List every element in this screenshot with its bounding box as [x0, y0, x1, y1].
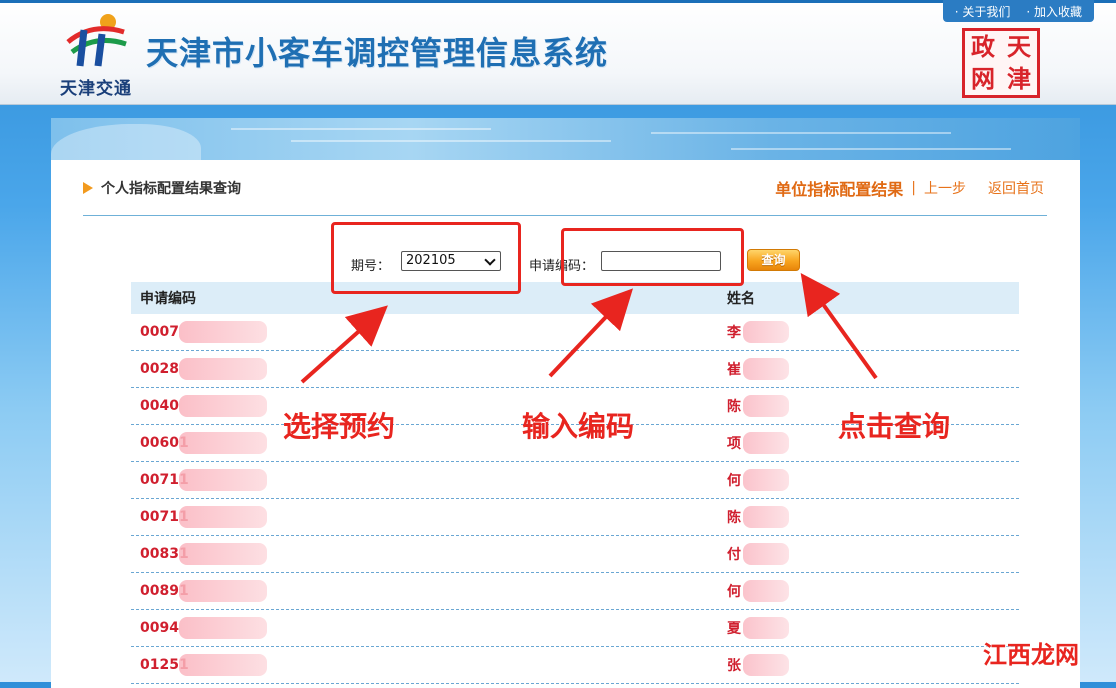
car-silhouette-icon — [51, 124, 201, 160]
name-cell: 付 — [727, 547, 741, 563]
logo-text: 天津交通 — [60, 79, 132, 99]
name-cell: 崔 — [727, 362, 741, 378]
table-row: 00891 何 — [131, 573, 1019, 610]
gov-affairs-seal[interactable]: 政 天 网 津 — [962, 28, 1040, 98]
site-title: 天津市小客车调控管理信息系统 — [146, 34, 609, 72]
site-header: · 关于我们 · 加入收藏 天津交通 天津市小客车调控管理信息系统 政 天 网 … — [0, 0, 1116, 105]
redacted-mask — [743, 469, 789, 491]
redacted-mask — [179, 506, 267, 528]
about-us-link[interactable]: · 关于我们 — [955, 3, 1011, 20]
banner-stripe — [231, 128, 491, 130]
redacted-mask — [179, 617, 267, 639]
unit-result-link[interactable]: 单位指标配置结果 — [775, 176, 903, 200]
divider — [83, 215, 1047, 216]
seal-char: 网 — [971, 64, 995, 93]
top-links: · 关于我们 · 加入收藏 — [942, 0, 1094, 22]
name-cell: 张 — [727, 658, 741, 674]
redacted-mask — [743, 654, 789, 676]
seal-char: 天 — [1007, 32, 1031, 61]
application-code-cell: 0094 — [140, 620, 179, 636]
table-row: 0028 崔 — [131, 351, 1019, 388]
name-cell: 李 — [727, 325, 741, 341]
add-favorite-link[interactable]: · 加入收藏 — [1026, 3, 1082, 20]
name-cell: 陈 — [727, 399, 741, 415]
annotation-box-code — [561, 228, 744, 286]
redacted-mask — [179, 543, 267, 565]
table-row: 01251 张 — [131, 647, 1019, 684]
name-cell: 项 — [727, 436, 741, 452]
redacted-mask — [743, 617, 789, 639]
table-body: 0007 李 0028 崔 0040 陈 00601 项 00711 何 00711 陈 00831 付 0… — [131, 314, 1019, 684]
page-heading: 个人指标配置结果查询 — [83, 178, 241, 198]
decorative-banner — [51, 118, 1080, 160]
annotation-select-period: 选择预约 — [283, 410, 396, 443]
arrow-bullet-icon — [83, 182, 93, 194]
redacted-mask — [743, 358, 789, 380]
redacted-mask — [743, 432, 789, 454]
application-code-cell: 0028 — [140, 361, 179, 377]
application-code-cell: 0040 — [140, 398, 179, 414]
application-code-cell: 0007 — [140, 324, 179, 340]
query-button[interactable]: 查询 — [747, 249, 800, 271]
name-cell: 何 — [727, 473, 741, 489]
name-cell: 陈 — [727, 510, 741, 526]
redacted-mask — [179, 395, 267, 417]
column-header-code: 申请编码 — [140, 291, 196, 307]
redacted-mask — [743, 543, 789, 565]
redacted-mask — [743, 506, 789, 528]
redacted-mask — [179, 321, 267, 343]
prev-step-link[interactable]: 上一步 — [924, 178, 966, 198]
redacted-mask — [743, 580, 789, 602]
page-title: 个人指标配置结果查询 — [101, 181, 241, 197]
redacted-mask — [743, 395, 789, 417]
seal-char: 政 — [971, 32, 995, 61]
separator: | — [911, 180, 916, 196]
banner-stripe — [731, 148, 1011, 150]
banner-stripe — [291, 140, 611, 142]
logo-mark-icon — [66, 14, 127, 67]
redacted-mask — [179, 432, 267, 454]
header-actions: 单位指标配置结果 | 上一步 返回首页 — [775, 176, 1044, 200]
seal-char: 津 — [1007, 64, 1031, 93]
table-row: 0007 李 — [131, 314, 1019, 351]
table-row: 0094 夏 — [131, 610, 1019, 647]
redacted-mask — [179, 469, 267, 491]
redacted-mask — [743, 321, 789, 343]
annotation-enter-code: 输入编码 — [522, 410, 635, 443]
redacted-mask — [179, 654, 267, 676]
table-row: 00831 付 — [131, 536, 1019, 573]
column-header-name: 姓名 — [727, 291, 755, 307]
table-header: 申请编码 姓名 — [131, 282, 1019, 314]
results-table: 申请编码 姓名 0007 李 0028 崔 0040 陈 00601 项 00711 何 00711… — [131, 282, 1019, 684]
home-link[interactable]: 返回首页 — [988, 178, 1044, 198]
tianjin-transport-logo[interactable]: 天津交通 — [48, 12, 144, 100]
table-row: 00711 陈 — [131, 499, 1019, 536]
name-cell: 夏 — [727, 621, 741, 637]
redacted-mask — [179, 580, 267, 602]
watermark: 江西龙网 — [983, 639, 1079, 669]
banner-stripe — [651, 132, 951, 134]
main-panel: 个人指标配置结果查询 单位指标配置结果 | 上一步 返回首页 期号： 20210… — [51, 118, 1080, 688]
table-row: 00711 何 — [131, 462, 1019, 499]
annotation-box-period — [331, 222, 521, 294]
name-cell: 何 — [727, 584, 741, 600]
redacted-mask — [179, 358, 267, 380]
annotation-click-query: 点击查询 — [838, 410, 951, 443]
